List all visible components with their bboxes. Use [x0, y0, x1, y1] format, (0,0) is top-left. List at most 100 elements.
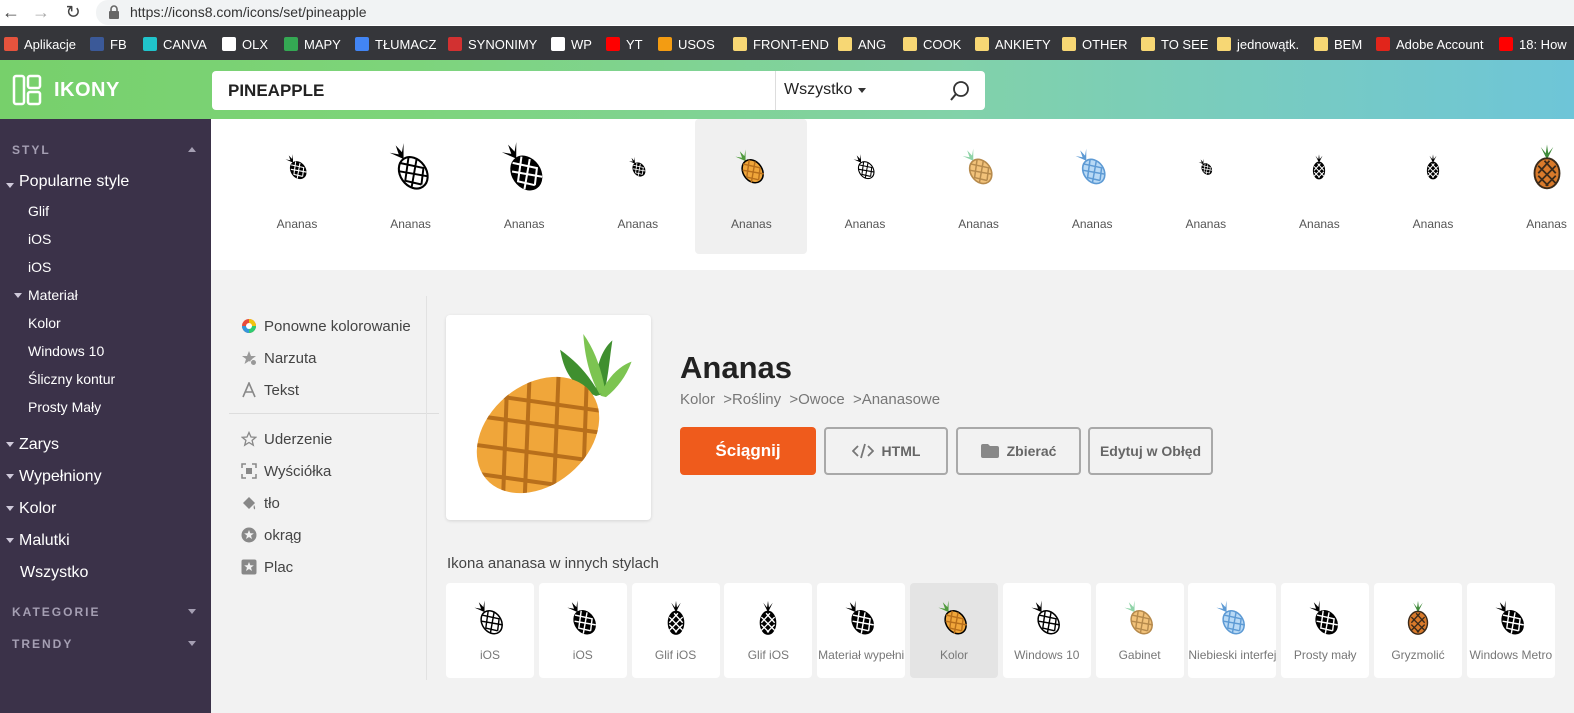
expand-triangle-icon[interactable] — [6, 442, 14, 447]
bookmark-item[interactable]: SYNONIMY — [448, 35, 537, 53]
bookmark-item[interactable]: ANG — [838, 35, 886, 53]
tool-recolor[interactable]: Ponowne kolorowanie — [241, 316, 411, 336]
tool-circle[interactable]: okrąg — [241, 525, 302, 545]
tool-text[interactable]: Tekst — [241, 380, 299, 400]
chevron-down-icon[interactable] — [188, 641, 196, 646]
bookmark-item[interactable]: 18: How — [1499, 35, 1567, 53]
expand-triangle-icon[interactable] — [6, 474, 14, 479]
search-filter-select[interactable]: Wszystko — [784, 81, 852, 99]
bookmark-item[interactable]: ANKIETY — [975, 35, 1051, 53]
bookmark-item[interactable]: FB — [90, 35, 127, 53]
sidebar-section-trends[interactable]: TRENDY — [12, 637, 73, 651]
sidebar-section-style[interactable]: STYL — [12, 143, 51, 157]
sidebar-item-windows10[interactable]: Windows 10 — [28, 343, 104, 359]
strip-icon-item[interactable]: Ananas — [241, 119, 353, 254]
expand-triangle-icon[interactable] — [6, 506, 14, 511]
bookmark-item[interactable]: WP — [551, 35, 592, 53]
breadcrumb-item-color[interactable]: Kolor — [680, 391, 715, 408]
bookmark-item[interactable]: FRONT-END — [733, 35, 829, 53]
sidebar-item-simple-small[interactable]: Prosty Mały — [28, 399, 101, 415]
strip-icon-item[interactable]: Ananas — [1036, 119, 1148, 254]
tool-padding[interactable]: Wyściółka — [241, 461, 331, 481]
logo-text[interactable]: IKONY — [54, 79, 120, 102]
bookmark-item[interactable]: COOK — [903, 35, 961, 53]
other-style-card[interactable]: Gabinet — [1095, 583, 1184, 678]
back-arrow-icon[interactable]: ← — [0, 1, 22, 23]
sidebar-item-material[interactable]: Materiał — [28, 287, 78, 303]
bookmark-item[interactable]: jednowątk. — [1217, 35, 1299, 53]
folder-icon — [1217, 37, 1231, 51]
breadcrumb-item-plants[interactable]: >Rośliny — [723, 391, 781, 408]
reload-icon[interactable]: ↻ — [62, 1, 84, 23]
bookmark-item[interactable]: Adobe Account — [1376, 35, 1483, 53]
other-style-card[interactable]: Windows Metro — [1466, 583, 1555, 678]
other-style-card[interactable]: iOS — [446, 583, 534, 678]
chevron-up-icon[interactable] — [188, 147, 196, 152]
other-style-card[interactable]: Kolor — [910, 583, 998, 678]
strip-icon-item[interactable]: Ananas — [468, 119, 580, 254]
tool-background[interactable]: tło — [241, 493, 280, 513]
sidebar-item-ios-2[interactable]: iOS — [28, 259, 51, 275]
other-style-card[interactable]: Gryzmolić — [1374, 583, 1462, 678]
sidebar-item-popular-styles[interactable]: Popularne style — [19, 173, 129, 191]
html-button[interactable]: HTML — [824, 427, 948, 475]
other-style-card[interactable]: Prosty mały — [1281, 583, 1370, 678]
bookmark-item[interactable]: OTHER — [1062, 35, 1128, 53]
bookmark-item[interactable]: TŁUMACZ — [355, 35, 436, 53]
strip-icon-item[interactable]: Ananas — [809, 119, 921, 254]
download-button[interactable]: Ściągnij — [680, 427, 816, 475]
tool-square[interactable]: Plac — [241, 557, 293, 577]
sidebar-item-all[interactable]: Wszystko — [20, 564, 88, 582]
other-style-card[interactable]: Glif iOS — [724, 583, 813, 678]
url-text[interactable]: https://icons8.com/icons/set/pineapple — [130, 4, 367, 20]
strip-icon-item[interactable]: Ananas — [1150, 119, 1262, 254]
strip-icon-item[interactable]: Ananas — [1263, 119, 1375, 254]
strip-icon-item[interactable]: Ananas — [355, 119, 467, 254]
sidebar-item-ios[interactable]: iOS — [28, 231, 51, 247]
strip-icon-item[interactable]: Ananas — [695, 119, 808, 254]
edit-in-mega-creator-button[interactable]: Edytuj w Obłęd — [1088, 427, 1213, 475]
expand-triangle-icon[interactable] — [6, 183, 14, 188]
sidebar-item-cute-outline[interactable]: Śliczny kontur — [28, 371, 115, 387]
bookmark-label: COOK — [923, 36, 962, 52]
bookmark-item[interactable]: MAPY — [284, 35, 341, 53]
breadcrumb-item-pineapples[interactable]: >Ananasowe — [853, 391, 940, 408]
sidebar-item-tiny[interactable]: Malutki — [19, 532, 70, 550]
chevron-down-icon[interactable] — [188, 609, 196, 614]
bookmark-item[interactable]: TO SEE — [1141, 35, 1208, 53]
tool-stroke-label: Uderzenie — [264, 430, 333, 448]
bookmark-item[interactable]: BEM — [1314, 35, 1362, 53]
translate-icon — [355, 37, 369, 51]
sidebar-item-kolor-sub[interactable]: Kolor — [28, 315, 61, 331]
other-style-card[interactable]: Materiał wypełni — [817, 583, 906, 678]
strip-icon-item[interactable]: Ananas — [923, 119, 1035, 254]
strip-icon-item[interactable]: Ananas — [1491, 119, 1574, 254]
tool-overlay[interactable]: Narzuta — [241, 348, 317, 368]
strip-icon-item[interactable]: Ananas — [1377, 119, 1489, 254]
sidebar-item-outline[interactable]: Zarys — [19, 436, 59, 454]
breadcrumb-item-fruits[interactable]: >Owoce — [789, 391, 844, 408]
search-input[interactable]: PINEAPPLE — [228, 81, 324, 101]
other-style-card[interactable]: Niebieski interfej — [1188, 583, 1277, 678]
other-style-card[interactable]: Glif iOS — [631, 583, 720, 678]
expand-triangle-icon[interactable] — [6, 538, 14, 543]
sidebar-item-filled[interactable]: Wypełniony — [19, 468, 102, 486]
forward-arrow-icon[interactable]: → — [30, 1, 52, 23]
tool-stroke[interactable]: Uderzenie — [241, 429, 332, 449]
chevron-down-icon[interactable] — [858, 88, 866, 93]
sidebar-item-glif[interactable]: Glif — [28, 203, 49, 219]
expand-triangle-icon[interactable] — [14, 293, 22, 298]
sidebar-item-color[interactable]: Kolor — [19, 500, 56, 518]
bookmark-item[interactable]: OLX — [222, 35, 268, 53]
search-icon[interactable] — [949, 80, 971, 102]
strip-icon-item[interactable]: Ananas — [582, 119, 694, 254]
bookmark-item[interactable]: YT — [606, 35, 643, 53]
collect-button[interactable]: Zbierać — [956, 427, 1081, 475]
icons8-logo-icon[interactable] — [12, 74, 42, 106]
bookmark-item[interactable]: USOS — [658, 35, 715, 53]
bookmark-item[interactable]: Aplikacje — [4, 35, 76, 53]
sidebar-section-categories[interactable]: KATEGORIE — [12, 605, 100, 619]
other-style-card[interactable]: iOS — [538, 583, 627, 678]
other-style-card[interactable]: Windows 10 — [1002, 583, 1091, 678]
bookmark-item[interactable]: CANVA — [143, 35, 207, 53]
